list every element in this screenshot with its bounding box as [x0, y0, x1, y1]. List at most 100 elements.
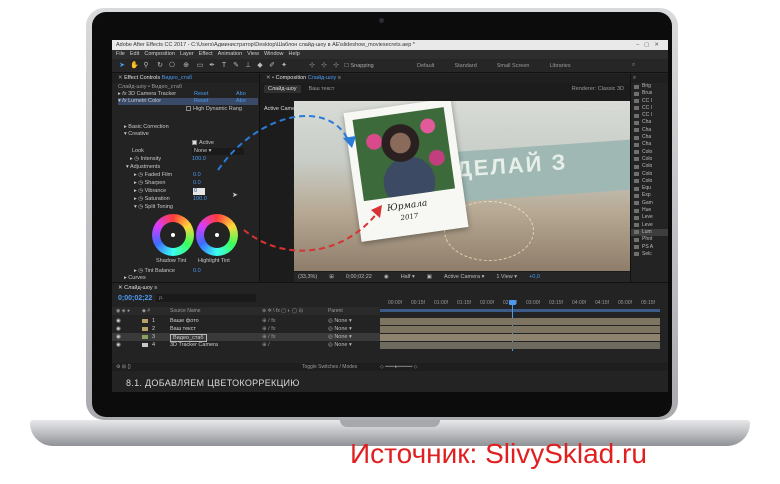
menu-view[interactable]: View: [247, 50, 259, 59]
timeline-search-input[interactable]: ρ.: [156, 294, 256, 302]
faded-film-value[interactable]: 0.0: [193, 172, 201, 179]
layer-label-color[interactable]: [142, 327, 148, 331]
axis-world-icon[interactable]: ⊹: [320, 62, 328, 70]
work-area-bar[interactable]: [380, 309, 660, 312]
menu-composition[interactable]: Composition: [144, 50, 175, 59]
current-time[interactable]: 0;00;02;22: [346, 272, 372, 282]
table-row[interactable]: ◉ 2 Ваш текст ⊕ / fx ◎ None ▾: [112, 325, 380, 333]
list-item[interactable]: Cha: [631, 127, 668, 134]
layer-parent-dropdown[interactable]: ◎ None ▾: [328, 341, 352, 349]
workspace-small-screen[interactable]: Small Screen: [497, 62, 530, 70]
layer-bar[interactable]: [380, 326, 660, 333]
hand-tool-icon[interactable]: ✋: [130, 62, 139, 70]
adjustments-section[interactable]: ▾ Adjustments: [126, 164, 160, 171]
list-item[interactable]: Colo: [631, 163, 668, 170]
effect-lumetri-color[interactable]: ▾ fx Lumetri Color: [118, 98, 161, 105]
layer-name[interactable]: Ваше фото: [170, 317, 199, 325]
menu-layer[interactable]: Layer: [180, 50, 194, 59]
pen-tool-icon[interactable]: ✒: [208, 62, 216, 70]
source-name-header[interactable]: Source Name: [170, 307, 201, 315]
layer-name[interactable]: 3D Tracker Camera: [170, 341, 218, 349]
layer-parent-dropdown[interactable]: ◎ None ▾: [328, 317, 352, 325]
list-item[interactable]: Leve: [631, 214, 668, 221]
list-item[interactable]: Hue: [631, 207, 668, 214]
table-row[interactable]: ◉ 1 Ваше фото ⊕ / fx ◎ None ▾: [112, 317, 380, 325]
list-item[interactable]: Colo: [631, 171, 668, 178]
intensity-value[interactable]: 100.0: [192, 156, 206, 163]
tint-balance-param[interactable]: ▸ ◷ Tint Balance: [134, 268, 175, 275]
list-item[interactable]: Selc: [631, 251, 668, 258]
about-3d-camera-tracker[interactable]: Abo: [236, 91, 246, 98]
parent-header[interactable]: Parent: [328, 307, 343, 315]
camera-tool-icon[interactable]: ⎔: [168, 62, 176, 70]
table-row-selected[interactable]: ◉ 3 Видео_стаб ⊕ / fx ◎ None ▾: [112, 333, 380, 342]
tint-balance-value[interactable]: 0.0: [193, 268, 201, 275]
layer-bar-selected[interactable]: [380, 334, 660, 341]
layer-label-color[interactable]: [142, 335, 148, 339]
snapshot-icon[interactable]: ◉: [384, 272, 389, 282]
look-dropdown[interactable]: None ▾: [192, 148, 244, 155]
layer-bar[interactable]: [380, 318, 660, 325]
timeline-timecode[interactable]: 0;00;02;22: [118, 295, 152, 302]
snapping-toggle[interactable]: ☐ Snapping: [344, 62, 374, 70]
brush-tool-icon[interactable]: ✎: [232, 62, 240, 70]
layer-name[interactable]: Ваш текст: [170, 325, 196, 333]
effect-controls-tab[interactable]: ✕ Effect Controls Видео_стаб: [112, 74, 259, 83]
menu-file[interactable]: File: [116, 50, 125, 59]
menu-help[interactable]: Help: [289, 50, 300, 59]
saturation-value[interactable]: 100.0: [193, 196, 207, 203]
list-item[interactable]: Cha: [631, 134, 668, 141]
eraser-tool-icon[interactable]: ◆: [256, 62, 264, 70]
list-item[interactable]: Colo: [631, 156, 668, 163]
footer-toggle-icons[interactable]: ⚙ ⊞ {}: [116, 363, 131, 371]
effect-3d-camera-tracker[interactable]: ▸ fx 3D Camera Tracker: [118, 91, 176, 98]
list-item[interactable]: Colo: [631, 149, 668, 156]
list-item[interactable]: Phot: [631, 236, 668, 243]
layer-switches-icon[interactable]: ⊕ /: [262, 341, 270, 349]
list-item[interactable]: Gam: [631, 200, 668, 207]
visibility-eye-icon[interactable]: ◉: [116, 341, 121, 349]
camera-dropdown[interactable]: Active Camera ▾: [444, 272, 484, 282]
menu-window[interactable]: Window: [264, 50, 284, 59]
exposure-value[interactable]: +0,0: [529, 272, 540, 282]
list-item[interactable]: Brus: [631, 90, 668, 97]
visibility-eye-icon[interactable]: ◉: [116, 333, 121, 341]
list-item[interactable]: CC I: [631, 112, 668, 119]
layer-switches-icon[interactable]: ⊕ / fx: [262, 325, 275, 333]
workspace-default[interactable]: Default: [417, 62, 434, 70]
resolution-dropdown[interactable]: Half ▾: [401, 272, 415, 282]
search-help-icon[interactable]: ⌕: [632, 62, 635, 69]
composition-viewer[interactable]: ДЕЛАЙ З Юрмала 2017: [294, 101, 630, 271]
about-lumetri-color[interactable]: Abo: [236, 98, 246, 105]
list-item[interactable]: Colo: [631, 178, 668, 185]
creative-section[interactable]: ▾ Creative: [124, 131, 149, 138]
layer-label-color[interactable]: [142, 343, 148, 347]
window-controls[interactable]: –▢✕: [636, 40, 664, 50]
layer-parent-dropdown[interactable]: ◎ None ▾: [328, 333, 352, 341]
rectangle-tool-icon[interactable]: ▭: [196, 62, 204, 70]
vibrance-value-input[interactable]: 0: [193, 188, 205, 195]
list-item[interactable]: Cha: [631, 141, 668, 148]
faded-film-param[interactable]: ▸ ◷ Faded Film: [134, 172, 172, 179]
menu-animation[interactable]: Animation: [218, 50, 242, 59]
axis-view-icon[interactable]: ⊹: [332, 62, 340, 70]
time-ruler[interactable]: 00:00f 00:15f 01:00f 01:15f 02:00f 02:15…: [380, 299, 668, 309]
list-item[interactable]: Equ: [631, 185, 668, 192]
list-item[interactable]: CC I: [631, 98, 668, 105]
views-dropdown[interactable]: 1 View ▾: [496, 272, 517, 282]
workspace-standard[interactable]: Standard: [454, 62, 476, 70]
clone-stamp-tool-icon[interactable]: ⊥: [244, 62, 252, 70]
saturation-param[interactable]: ▸ ◷ Saturation: [134, 196, 170, 203]
highlight-tint-wheel[interactable]: [196, 214, 238, 256]
split-toning-param[interactable]: ▾ ◷ Split Toning: [134, 204, 173, 211]
menu-effect[interactable]: Effect: [199, 50, 213, 59]
rotate-tool-icon[interactable]: ↻: [156, 62, 164, 70]
composition-tab[interactable]: ✕ ▪ Composition Слайд-шоу ≡: [260, 74, 630, 83]
sharpen-param[interactable]: ▸ ◷ Sharpen: [134, 180, 165, 187]
sharpen-value[interactable]: 0.0: [193, 180, 201, 187]
list-item[interactable]: CC I: [631, 105, 668, 112]
creative-active-checkbox[interactable]: Active: [192, 140, 214, 147]
roto-brush-tool-icon[interactable]: ✐: [268, 62, 276, 70]
layer-parent-dropdown[interactable]: ◎ None ▾: [328, 325, 352, 333]
toggle-switches-modes[interactable]: Toggle Switches / Modes: [302, 363, 357, 371]
